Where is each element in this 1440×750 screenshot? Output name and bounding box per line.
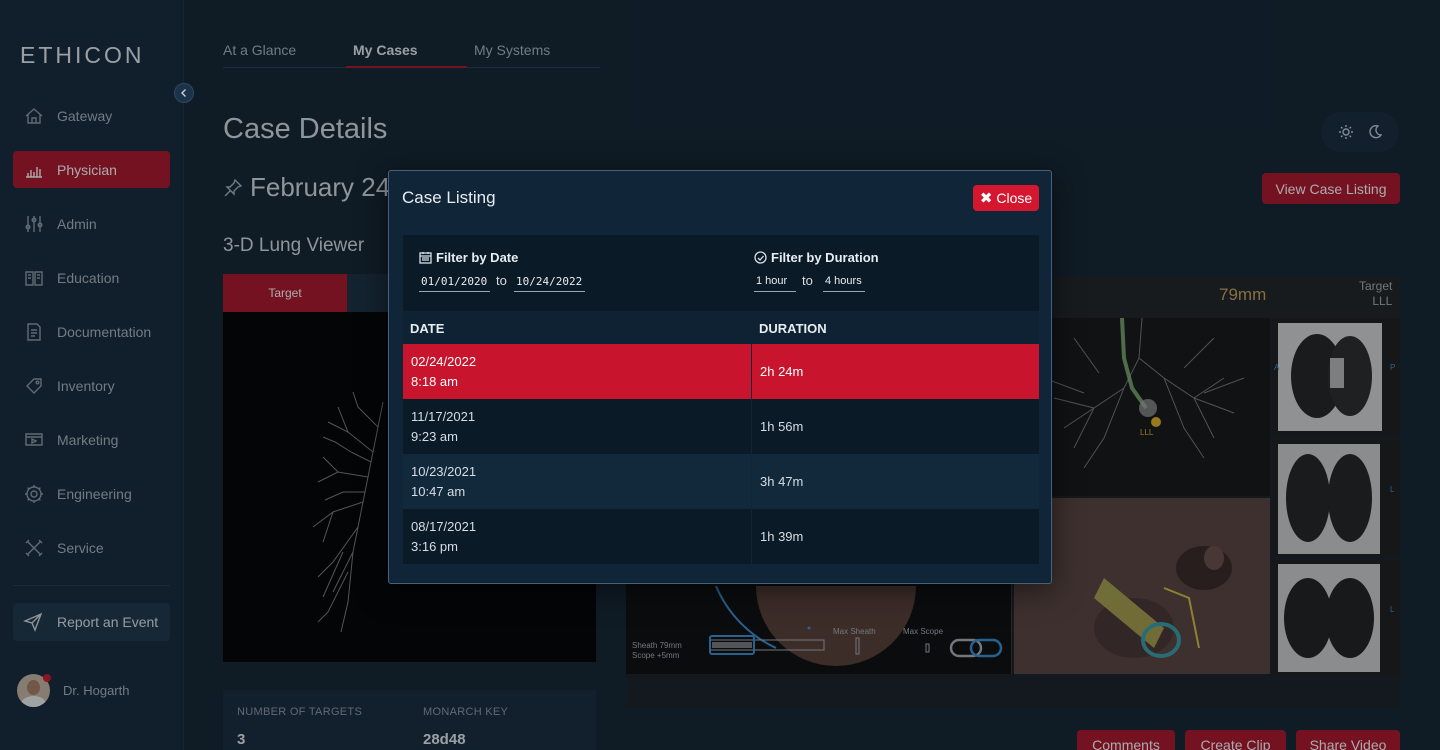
row-duration: 1h 39m	[760, 529, 804, 544]
table-row[interactable]: 08/17/2021 3:16 pm 1h 39m	[403, 509, 1039, 564]
row-time: 3:16 pm	[411, 539, 458, 554]
case-listing-modal: Case Listing ✖ Close Filter by Date 01/0…	[388, 170, 1052, 584]
filter-date-label: Filter by Date	[419, 250, 518, 265]
case-table-body: 02/24/2022 8:18 am 2h 24m 11/17/2021 9:2…	[403, 344, 1039, 564]
row-duration: 3h 47m	[760, 474, 804, 489]
row-date: 02/24/2022	[411, 354, 477, 369]
row-duration: 1h 56m	[760, 419, 804, 434]
calendar-icon	[419, 252, 432, 264]
close-button[interactable]: ✖ Close	[973, 185, 1039, 211]
duration-to-input[interactable]: 4 hours	[823, 275, 865, 292]
row-date: 08/17/2021	[411, 519, 477, 534]
row-date-cell: 08/17/2021 3:16 pm	[403, 509, 752, 564]
close-icon: ✖	[979, 190, 993, 207]
row-duration: 2h 24m	[760, 364, 804, 379]
row-date-cell: 02/24/2022 8:18 am	[403, 344, 752, 399]
duration-to-word: to	[802, 273, 813, 288]
sidebar-collapse-button[interactable]	[174, 83, 194, 103]
row-date: 10/23/2021	[411, 464, 477, 479]
date-to-input[interactable]: 10/24/2022	[514, 275, 585, 292]
row-time: 9:23 am	[411, 429, 458, 444]
row-time: 10:47 am	[411, 484, 466, 499]
column-header-date[interactable]: DATE	[410, 321, 444, 336]
row-date-cell: 10/23/2021 10:47 am	[403, 454, 752, 509]
chevron-left-icon	[181, 89, 186, 97]
filters-panel: Filter by Date 01/01/2020 to 10/24/2022 …	[403, 235, 1039, 311]
date-to-word: to	[496, 273, 507, 288]
modal-title: Case Listing	[402, 188, 496, 207]
close-label: Close	[996, 190, 1033, 206]
column-header-duration[interactable]: DURATION	[759, 321, 827, 336]
table-row[interactable]: 02/24/2022 8:18 am 2h 24m	[403, 344, 1039, 399]
table-row[interactable]: 11/17/2021 9:23 am 1h 56m	[403, 399, 1039, 454]
row-time: 8:18 am	[411, 374, 458, 389]
clock-icon	[754, 251, 767, 264]
table-row[interactable]: 10/23/2021 10:47 am 3h 47m	[403, 454, 1039, 509]
row-date: 11/17/2021	[411, 409, 476, 424]
table-header: DATE DURATION	[403, 311, 1039, 344]
date-from-input[interactable]: 01/01/2020	[419, 275, 490, 292]
filter-duration-label: Filter by Duration	[754, 250, 879, 265]
row-date-cell: 11/17/2021 9:23 am	[403, 399, 752, 454]
duration-from-input[interactable]: 1 hour	[754, 275, 796, 292]
